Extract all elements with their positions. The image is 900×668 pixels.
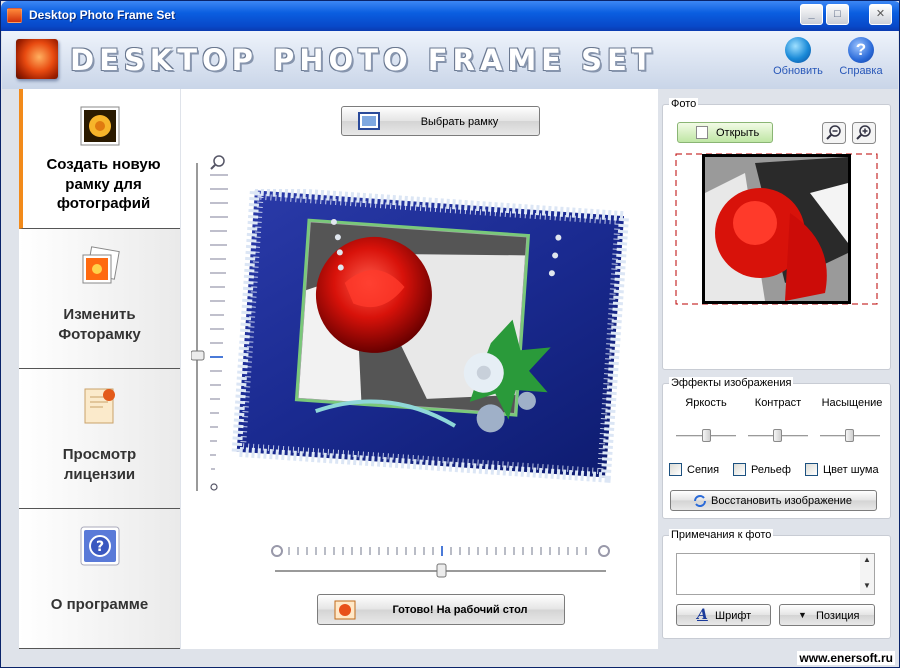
saturation-label: Насыщение xyxy=(821,397,883,409)
sidebar-item-edit-frame[interactable]: Изменить Фоторамку xyxy=(19,229,180,369)
help-label: Справка xyxy=(839,65,883,77)
photo-stack-icon xyxy=(82,246,120,284)
open-photo-button[interactable]: Открыть xyxy=(677,122,773,143)
help-icon: ? xyxy=(848,37,874,63)
position-label: Позиция xyxy=(816,610,860,622)
zoom-slider-thumb[interactable] xyxy=(191,350,205,361)
sidebar-label-create-3: фотографий xyxy=(56,195,151,212)
sidebar: Создать новую рамку для фотографий Измен… xyxy=(19,89,180,649)
effects-panel: Эффекты изображения Яркость Контраст Нас… xyxy=(662,377,891,519)
help-button[interactable]: ? Справка xyxy=(832,37,890,77)
font-label: Шрифт xyxy=(715,610,752,622)
sidebar-item-create-frame[interactable]: Создать новую рамку для фотографий xyxy=(19,89,180,229)
restore-image-button[interactable]: Восстановить изображение xyxy=(670,490,877,511)
status-bar: www.enersoft.ru xyxy=(2,649,899,667)
sepia-label: Сепия xyxy=(687,464,720,476)
brightness-label: Яркость xyxy=(685,397,727,409)
zoom-in-photo-icon[interactable] xyxy=(852,122,876,144)
sidebar-item-license[interactable]: Просмотр лицензии xyxy=(19,369,180,509)
restore-refresh-icon xyxy=(694,495,706,507)
zoom-in-icon[interactable] xyxy=(213,155,225,167)
noise-color-checkbox[interactable] xyxy=(805,463,818,476)
effects-panel-legend: Эффекты изображения xyxy=(669,377,794,389)
notes-textarea[interactable]: ▲ ▼ xyxy=(676,553,875,595)
open-photo-label: Открыть xyxy=(716,127,760,139)
sidebar-label-create-2: рамку для xyxy=(65,176,142,193)
sidebar-label-edit-2: Фоторамку xyxy=(58,326,141,343)
zoom-slider[interactable] xyxy=(191,153,231,498)
notes-scrollbar[interactable]: ▲ ▼ xyxy=(860,554,874,594)
photo-panel: Фото Открыть xyxy=(662,98,891,370)
font-icon: A xyxy=(697,607,708,623)
rotate-left-icon[interactable] xyxy=(271,545,283,557)
certificate-icon xyxy=(84,388,115,424)
main-canvas: Выбрать рамку Готово! На рабочий стол xyxy=(181,89,658,649)
app-window: Desktop Photo Frame Set _ □ ✕ DESKTOP PH… xyxy=(0,0,900,668)
frame-icon xyxy=(358,112,380,130)
rotation-slider[interactable] xyxy=(269,540,619,580)
position-button[interactable]: ▼ Позиция xyxy=(779,604,875,626)
app-header: DESKTOP PHOTO FRAME SET Обновить ? Справ… xyxy=(2,31,898,89)
font-button[interactable]: A Шрифт xyxy=(676,604,771,626)
relief-label: Рельеф xyxy=(751,464,791,476)
sidebar-label-create-1: Создать новую xyxy=(46,156,161,173)
svg-text:?: ? xyxy=(96,539,104,555)
done-to-desktop-button[interactable]: Готово! На рабочий стол xyxy=(317,594,565,625)
noise-color-label: Цвет шума xyxy=(823,464,879,476)
frame-preview[interactable] xyxy=(231,189,631,489)
watermark-text: www.enersoft.ru xyxy=(797,651,895,665)
zoom-out-icon[interactable] xyxy=(210,483,218,491)
title-bar[interactable]: Desktop Photo Frame Set _ □ ✕ xyxy=(1,1,899,31)
open-file-icon xyxy=(696,126,708,139)
rose-logo-icon xyxy=(16,39,58,79)
saturation-slider-thumb[interactable] xyxy=(845,429,854,442)
scroll-up-icon[interactable]: ▲ xyxy=(860,554,874,566)
globe-refresh-icon xyxy=(785,37,811,63)
window-title: Desktop Photo Frame Set xyxy=(29,8,176,22)
dropdown-arrow-icon: ▼ xyxy=(798,610,807,620)
contrast-slider-thumb[interactable] xyxy=(773,429,782,442)
restore-image-label: Восстановить изображение xyxy=(711,495,853,507)
zoom-out-photo-icon[interactable] xyxy=(822,122,846,144)
sidebar-label-license-2: лицензии xyxy=(63,466,136,483)
notes-panel-legend: Примечания к фото xyxy=(669,529,774,541)
photo-flower-icon xyxy=(80,106,120,146)
close-button[interactable]: ✕ xyxy=(869,4,892,25)
desktop-photo-icon xyxy=(334,600,356,620)
rotation-slider-thumb[interactable] xyxy=(436,563,447,578)
done-to-desktop-label: Готово! На рабочий стол xyxy=(392,604,528,616)
maximize-button[interactable]: □ xyxy=(826,4,849,25)
question-icon: ? xyxy=(80,526,120,566)
choose-frame-button[interactable]: Выбрать рамку xyxy=(341,106,540,136)
brightness-slider-thumb[interactable] xyxy=(702,429,711,442)
photo-preview[interactable] xyxy=(675,153,878,305)
sidebar-label-edit-1: Изменить xyxy=(63,306,136,323)
scroll-down-icon[interactable]: ▼ xyxy=(860,580,874,592)
sidebar-label-about: О программе xyxy=(50,596,149,613)
app-icon xyxy=(7,8,22,23)
contrast-label: Контраст xyxy=(754,397,802,409)
update-button[interactable]: Обновить xyxy=(766,37,830,77)
rotate-right-icon[interactable] xyxy=(598,545,610,557)
sidebar-label-license-1: Просмотр xyxy=(62,446,137,463)
photo-panel-legend: Фото xyxy=(669,98,699,110)
app-brand-title: DESKTOP PHOTO FRAME SET xyxy=(70,43,657,77)
sidebar-item-about[interactable]: ? О программе xyxy=(19,509,180,649)
notes-panel: Примечания к фото ▲ ▼ A Шрифт ▼ Позиция xyxy=(662,529,891,639)
minimize-button[interactable]: _ xyxy=(800,4,823,25)
update-label: Обновить xyxy=(773,65,823,77)
choose-frame-label: Выбрать рамку xyxy=(420,116,499,128)
relief-checkbox[interactable] xyxy=(733,463,746,476)
sepia-checkbox[interactable] xyxy=(669,463,682,476)
